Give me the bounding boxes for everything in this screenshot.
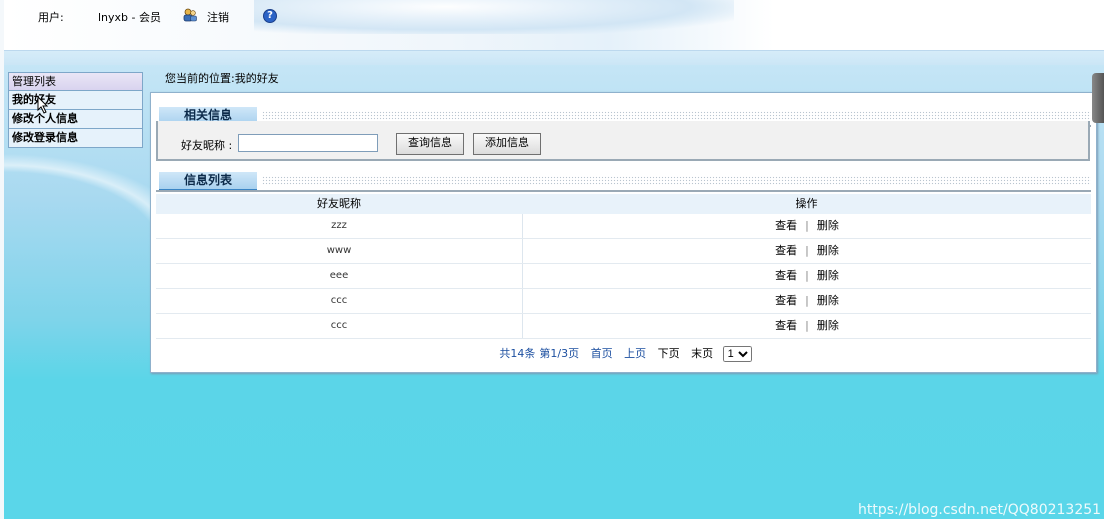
breadcrumb-prefix: 您当前的位置: [165,72,235,85]
friend-nickname: zzz [156,214,523,238]
pager-last-label[interactable]: 末页 [691,347,713,360]
action-separator: | [805,244,809,257]
user-label: 用户: [38,11,64,24]
list-section-header: 信息列表 [156,172,1091,192]
nickname-label: 好友昵称 : [181,139,233,152]
scrollbar-handle[interactable] [1092,73,1104,123]
pagination: 共14条 第1/3页 首页 上页 下页 末页 1 [156,345,1091,362]
view-link[interactable]: 查看 [775,319,797,332]
main-panel: 相关信息 好友昵称 : 查询信息 添加信息 信息列表 好友昵称 操作 zzz 查… [150,92,1097,373]
breadcrumb: 您当前的位置:我的好友 [165,70,279,86]
page-select[interactable]: 1 [722,346,752,362]
friend-nickname: eee [156,264,523,288]
table-row: ccc 查看 | 删除 [156,314,1091,339]
row-actions: 查看 | 删除 [523,239,1091,263]
breadcrumb-current: 我的好友 [234,72,279,85]
friends-table: 好友昵称 操作 zzz 查看 | 删除 www 查看 | 删除 eee 查看 | 删除 cc… [156,194,1091,339]
help-icon[interactable]: ? [263,9,277,23]
sidebar-menu: 管理列表 我的好友 修改个人信息 修改登录信息 [8,72,143,148]
users-icon[interactable] [183,8,197,22]
view-link[interactable]: 查看 [775,294,797,307]
column-header-nickname: 好友昵称 [317,197,361,210]
delete-link[interactable]: 删除 [817,294,839,307]
header-band [4,51,1104,65]
friend-nickname: ccc [156,314,523,338]
delete-link[interactable]: 删除 [817,319,839,332]
query-button[interactable]: 查询信息 [396,133,464,155]
watermark-text: https://blog.csdn.net/QQ80213251 [858,502,1102,518]
action-separator: | [805,269,809,282]
table-row: zzz 查看 | 删除 [156,214,1091,239]
action-separator: | [805,319,809,332]
header-sky-decoration [254,0,734,34]
section-divider-dots [262,176,1091,185]
view-link[interactable]: 查看 [775,244,797,257]
table-row: eee 查看 | 删除 [156,264,1091,289]
column-header-actions: 操作 [795,197,818,210]
view-link[interactable]: 查看 [775,219,797,232]
row-actions: 查看 | 删除 [523,214,1091,238]
pager-total: 共14条 [499,347,536,360]
sidebar-title: 管理列表 [9,73,142,91]
pager-next-label[interactable]: 下页 [658,347,680,360]
pager-page-info: 第1/3页 [539,347,580,360]
delete-link[interactable]: 删除 [817,219,839,232]
action-separator: | [805,219,809,232]
sidebar-item-my-friends[interactable]: 我的好友 [9,91,142,110]
nickname-search-input[interactable] [238,134,378,152]
delete-link[interactable]: 删除 [817,269,839,282]
section-divider-dots [262,111,1091,120]
row-actions: 查看 | 删除 [523,314,1091,338]
sidebar-item-edit-profile[interactable]: 修改个人信息 [9,110,142,129]
friend-nickname: www [156,239,523,263]
window-left-edge [0,0,4,519]
add-button[interactable]: 添加信息 [473,133,541,155]
table-header: 好友昵称 操作 [156,194,1091,214]
view-link[interactable]: 查看 [775,269,797,282]
table-row: ccc 查看 | 删除 [156,289,1091,314]
list-section-title: 信息列表 [159,172,257,191]
friend-nickname: ccc [156,289,523,313]
logout-link[interactable]: 注销 [207,9,229,25]
action-separator: | [805,294,809,307]
row-actions: 查看 | 删除 [523,289,1091,313]
row-actions: 查看 | 删除 [523,264,1091,288]
section-divider-line [156,190,1091,192]
pager-first-link[interactable]: 首页 [591,347,613,360]
search-form: 好友昵称 : 查询信息 添加信息 [156,121,1090,161]
pager-prev-link[interactable]: 上页 [624,347,646,360]
user-name: lnyxb - 会员 [98,11,161,24]
delete-link[interactable]: 删除 [817,244,839,257]
table-row: www 查看 | 删除 [156,239,1091,264]
top-header: 用户: lnyxb - 会员 注销 ? [4,0,1104,51]
sidebar-item-edit-login[interactable]: 修改登录信息 [9,129,142,147]
mouse-cursor-icon [37,96,49,114]
